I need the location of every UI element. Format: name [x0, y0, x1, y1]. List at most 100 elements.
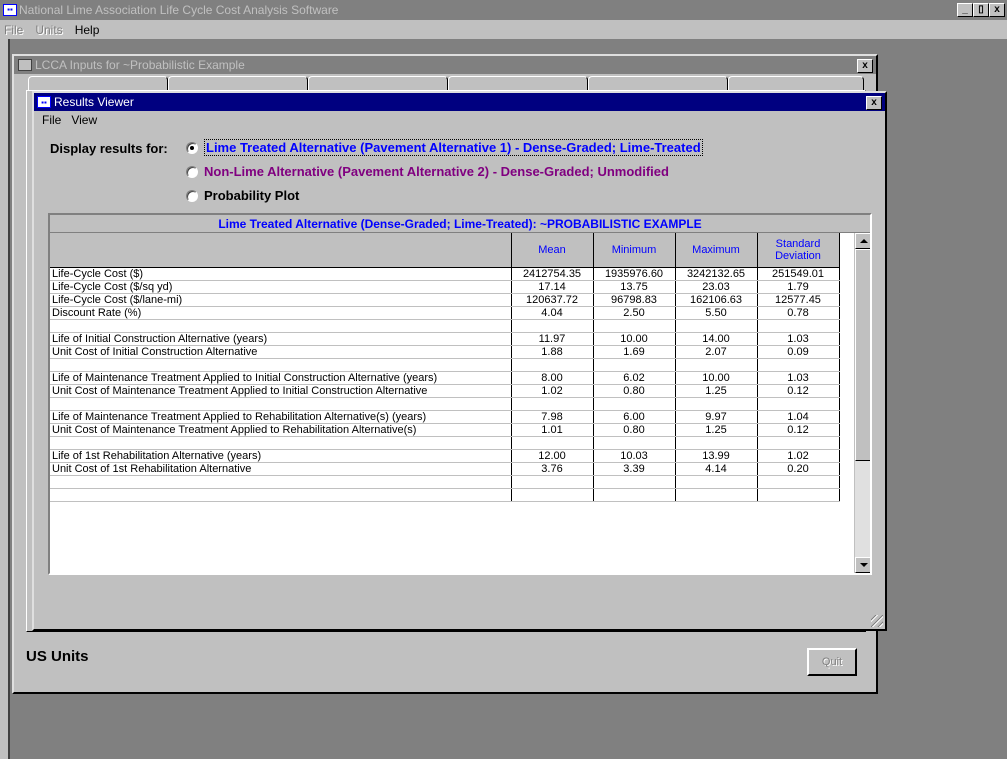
value-cell[interactable]	[593, 397, 676, 411]
row-label[interactable]: Unit Cost of Maintenance Treatment Appli…	[50, 384, 512, 398]
value-cell[interactable]: 3.39	[593, 462, 676, 476]
value-cell[interactable]: 11.97	[511, 332, 594, 346]
lcca-tab[interactable]	[728, 76, 864, 90]
value-cell[interactable]	[593, 475, 676, 489]
value-cell[interactable]: 10.03	[593, 449, 676, 463]
radio-unselected-icon[interactable]	[186, 165, 198, 178]
value-cell[interactable]	[511, 358, 594, 372]
value-cell[interactable]	[757, 358, 840, 372]
value-cell[interactable]: 1.69	[593, 345, 676, 359]
row-label[interactable]: Life of Maintenance Treatment Applied to…	[50, 410, 512, 424]
minimize-button[interactable]: _	[957, 3, 973, 17]
value-cell[interactable]	[593, 358, 676, 372]
value-cell[interactable]: 3.76	[511, 462, 594, 476]
value-cell[interactable]	[593, 488, 676, 502]
value-cell[interactable]: 0.80	[593, 423, 676, 437]
value-cell[interactable]	[675, 488, 758, 502]
value-cell[interactable]: 0.12	[757, 423, 840, 437]
value-cell[interactable]	[675, 358, 758, 372]
row-label[interactable]: Life-Cycle Cost ($/lane-mi)	[50, 293, 512, 307]
radio-selected-icon[interactable]	[186, 141, 198, 154]
value-cell[interactable]	[757, 436, 840, 450]
value-cell[interactable]: 0.80	[593, 384, 676, 398]
value-cell[interactable]: 13.99	[675, 449, 758, 463]
value-cell[interactable]: 162106.63	[675, 293, 758, 307]
scroll-thumb[interactable]	[855, 249, 870, 461]
menu-file[interactable]: File	[4, 23, 23, 37]
value-cell[interactable]	[675, 475, 758, 489]
row-label[interactable]: Unit Cost of Initial Construction Altern…	[50, 345, 512, 359]
value-cell[interactable]: 0.09	[757, 345, 840, 359]
lcca-tab[interactable]	[448, 76, 588, 90]
value-cell[interactable]: 0.20	[757, 462, 840, 476]
value-cell[interactable]: 4.04	[511, 306, 594, 320]
value-cell[interactable]: 120637.72	[511, 293, 594, 307]
value-cell[interactable]: 0.78	[757, 306, 840, 320]
vertical-scrollbar[interactable]	[854, 233, 870, 573]
value-cell[interactable]: 1.03	[757, 332, 840, 346]
value-cell[interactable]: 23.03	[675, 280, 758, 294]
option-non-lime[interactable]: Non-Lime Alternative (Pavement Alternati…	[186, 164, 669, 179]
scroll-up-arrow-icon[interactable]	[855, 233, 870, 249]
value-cell[interactable]	[675, 397, 758, 411]
row-label[interactable]: Life-Cycle Cost ($)	[50, 267, 512, 281]
menu-units[interactable]: Units	[35, 23, 62, 37]
restore-button[interactable]: ▯	[973, 3, 989, 17]
menu-help[interactable]: Help	[75, 23, 100, 37]
value-cell[interactable]: 8.00	[511, 371, 594, 385]
option-probability-plot[interactable]: Probability Plot	[186, 188, 299, 203]
value-cell[interactable]	[511, 397, 594, 411]
value-cell[interactable]: 1935976.60	[593, 267, 676, 281]
value-cell[interactable]: 10.00	[675, 371, 758, 385]
value-cell[interactable]: 1.04	[757, 410, 840, 424]
row-label[interactable]	[50, 319, 512, 333]
lcca-close-button[interactable]: x	[857, 59, 873, 73]
value-cell[interactable]: 5.50	[675, 306, 758, 320]
value-cell[interactable]: 2.07	[675, 345, 758, 359]
value-cell[interactable]: 12577.45	[757, 293, 840, 307]
value-cell[interactable]: 13.75	[593, 280, 676, 294]
value-cell[interactable]	[675, 436, 758, 450]
value-cell[interactable]: 1.01	[511, 423, 594, 437]
value-cell[interactable]: 6.02	[593, 371, 676, 385]
value-cell[interactable]: 17.14	[511, 280, 594, 294]
value-cell[interactable]: 251549.01	[757, 267, 840, 281]
close-button[interactable]: x	[989, 3, 1005, 17]
row-label[interactable]	[50, 397, 512, 411]
value-cell[interactable]: 1.79	[757, 280, 840, 294]
row-label[interactable]: Unit Cost of Maintenance Treatment Appli…	[50, 423, 512, 437]
quit-button[interactable]: Quit	[807, 648, 857, 676]
rv-menu-file[interactable]: File	[42, 113, 61, 127]
value-cell[interactable]: 2412754.35	[511, 267, 594, 281]
value-cell[interactable]	[511, 475, 594, 489]
value-cell[interactable]: 1.03	[757, 371, 840, 385]
lcca-tab[interactable]	[168, 76, 308, 90]
value-cell[interactable]: 7.98	[511, 410, 594, 424]
value-cell[interactable]: 1.25	[675, 423, 758, 437]
row-label[interactable]	[50, 358, 512, 372]
value-cell[interactable]: 1.02	[511, 384, 594, 398]
scroll-down-arrow-icon[interactable]	[855, 557, 870, 573]
value-cell[interactable]: 4.14	[675, 462, 758, 476]
value-cell[interactable]: 6.00	[593, 410, 676, 424]
value-cell[interactable]: 3242132.65	[675, 267, 758, 281]
row-label[interactable]: Life-Cycle Cost ($/sq yd)	[50, 280, 512, 294]
value-cell[interactable]: 96798.83	[593, 293, 676, 307]
row-label[interactable]: Unit Cost of 1st Rehabilitation Alternat…	[50, 462, 512, 476]
row-label[interactable]	[50, 488, 512, 502]
row-label[interactable]: Life of 1st Rehabilitation Alternative (…	[50, 449, 512, 463]
value-cell[interactable]: 9.97	[675, 410, 758, 424]
row-label[interactable]: Life of Maintenance Treatment Applied to…	[50, 371, 512, 385]
row-label[interactable]: Life of Initial Construction Alternative…	[50, 332, 512, 346]
value-cell[interactable]: 1.88	[511, 345, 594, 359]
row-label[interactable]: Discount Rate (%)	[50, 306, 512, 320]
value-cell[interactable]: 12.00	[511, 449, 594, 463]
radio-unselected-icon[interactable]	[186, 189, 198, 202]
value-cell[interactable]: 0.12	[757, 384, 840, 398]
results-viewer-close-button[interactable]: x	[866, 96, 882, 110]
option-lime-treated[interactable]: Lime Treated Alternative (Pavement Alter…	[186, 139, 703, 156]
value-cell[interactable]: 1.02	[757, 449, 840, 463]
rv-menu-view[interactable]: View	[71, 113, 97, 127]
value-cell[interactable]: 10.00	[593, 332, 676, 346]
value-cell[interactable]	[593, 436, 676, 450]
